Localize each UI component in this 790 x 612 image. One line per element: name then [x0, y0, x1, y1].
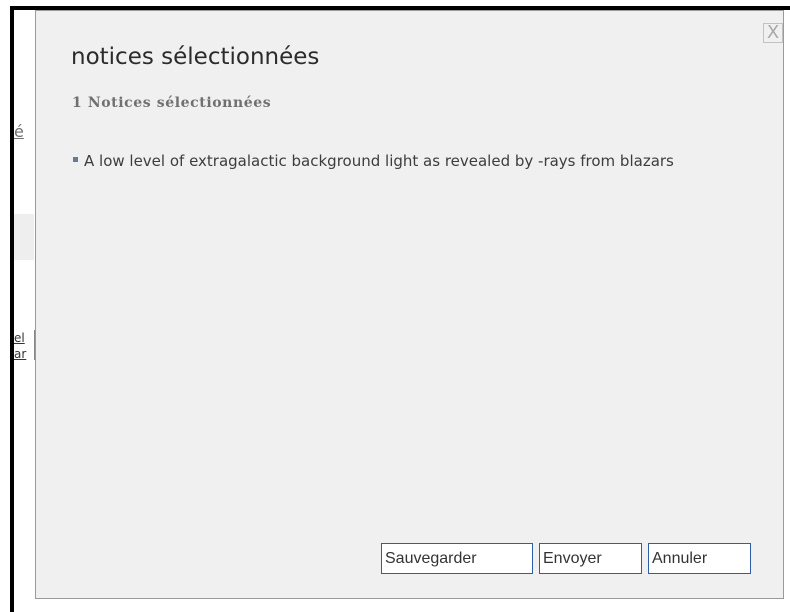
send-button[interactable]: Envoyer	[539, 543, 642, 574]
background-band	[14, 214, 34, 260]
close-button[interactable]: X	[763, 23, 783, 43]
window-frame-left	[10, 6, 14, 612]
cancel-button[interactable]: Annuler	[648, 543, 751, 574]
dialog-title: notices sélectionnées	[71, 44, 320, 70]
background-link-fragment[interactable]: é	[14, 122, 34, 141]
selected-notices-dialog: X notices sélectionnées 1 Notices sélect…	[35, 10, 784, 599]
background-link-fragment[interactable]: el	[14, 331, 34, 345]
notice-list: A low level of extragalactic background …	[72, 151, 732, 171]
bullet-icon	[73, 157, 78, 162]
background-link-fragment[interactable]: ar	[14, 347, 34, 361]
save-button[interactable]: Sauvegarder	[381, 543, 533, 574]
notice-title: A low level of extragalactic background …	[84, 152, 674, 170]
page: é el ar X notices sélectionnées 1 Notice…	[0, 0, 790, 612]
list-item: A low level of extragalactic background …	[72, 151, 732, 171]
dialog-subtitle: 1 Notices sélectionnées	[72, 95, 272, 111]
